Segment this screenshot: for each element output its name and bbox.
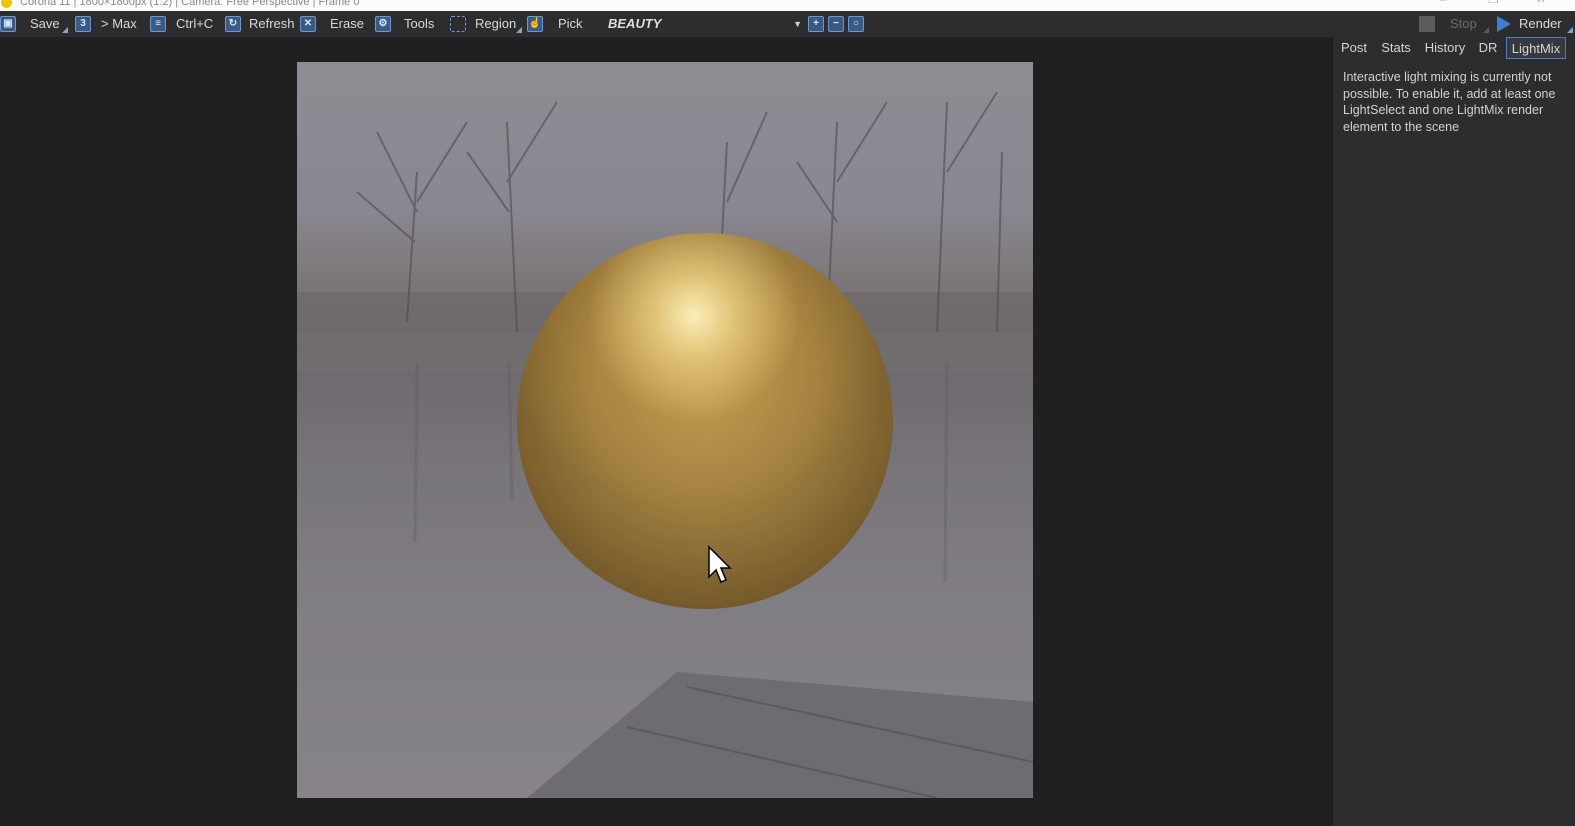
tab-post[interactable]: Post bbox=[1335, 37, 1373, 59]
send-to-max-button[interactable]: 3 > Max bbox=[75, 11, 139, 37]
pick-button[interactable]: ☝ Pick bbox=[527, 11, 587, 37]
copy-button[interactable]: ≡ Ctrl+C bbox=[150, 11, 214, 37]
tools-button[interactable]: ⚙ Tools bbox=[375, 11, 437, 37]
save-label: Save bbox=[30, 16, 60, 31]
gold-sphere bbox=[517, 233, 893, 609]
gear-icon: ⚙ bbox=[375, 16, 391, 32]
refresh-label: Refresh bbox=[249, 16, 295, 31]
lightmix-message: Interactive light mixing is currently no… bbox=[1343, 70, 1556, 134]
tools-label: Tools bbox=[404, 16, 435, 31]
region-select-icon bbox=[450, 16, 466, 32]
pick-label: Pick bbox=[558, 16, 583, 31]
zoom-fit-icon[interactable]: ○ bbox=[848, 16, 864, 32]
close-button[interactable]: ✕ bbox=[1536, 0, 1546, 5]
title-bar: Corona 11 | 1800×1800px (1:2) | Camera: … bbox=[0, 0, 1575, 11]
dropdown-corner-icon bbox=[62, 27, 68, 33]
erase-label: Erase bbox=[330, 16, 364, 31]
window-title: Corona 11 | 1800×1800px (1:2) | Camera: … bbox=[20, 0, 360, 8]
render-button[interactable]: Render bbox=[1495, 11, 1573, 37]
corona-logo-icon bbox=[1, 0, 12, 8]
clipboard-icon: ≡ bbox=[150, 16, 166, 32]
play-icon bbox=[1497, 16, 1511, 32]
max-icon: 3 bbox=[75, 16, 91, 32]
floppy-disk-icon: ▣ bbox=[0, 16, 16, 32]
stop-button[interactable]: Stop bbox=[1419, 11, 1489, 37]
render-channel-select[interactable]: BEAUTY ▼ bbox=[604, 14, 804, 34]
chevron-down-icon: ▼ bbox=[793, 19, 802, 29]
dropdown-corner-icon bbox=[1483, 27, 1489, 33]
mouse-cursor-icon bbox=[708, 545, 732, 583]
restore-button[interactable]: ❐ bbox=[1488, 0, 1499, 5]
region-label: Region bbox=[475, 16, 517, 31]
copy-label: Ctrl+C bbox=[176, 16, 214, 31]
tab-stats[interactable]: Stats bbox=[1375, 37, 1417, 59]
minimize-button[interactable]: – bbox=[1440, 0, 1447, 5]
dropdown-corner-icon bbox=[1567, 27, 1573, 33]
tab-dr[interactable]: DR bbox=[1473, 37, 1503, 59]
tab-lightmix[interactable]: LightMix bbox=[1506, 37, 1566, 59]
zoom-out-icon[interactable]: − bbox=[828, 16, 844, 32]
zoom-in-icon[interactable]: + bbox=[808, 16, 824, 32]
dropdown-corner-icon bbox=[516, 27, 522, 33]
side-panel bbox=[1332, 37, 1575, 826]
stop-label: Stop bbox=[1450, 16, 1477, 31]
hand-pointer-icon: ☝ bbox=[527, 16, 543, 32]
toolbar: ▣ Save 3 > Max ≡ Ctrl+C ↻ Refresh ✕ Eras… bbox=[0, 11, 1575, 37]
send-to-max-label: > Max bbox=[101, 16, 137, 31]
region-button[interactable]: Region bbox=[450, 11, 524, 37]
render-channel-value: BEAUTY bbox=[608, 16, 662, 31]
render-label: Render bbox=[1519, 16, 1562, 31]
refresh-icon: ↻ bbox=[225, 16, 241, 32]
save-button[interactable]: ▣ Save bbox=[0, 11, 68, 37]
stop-square-icon bbox=[1419, 16, 1435, 32]
erase-button[interactable]: ✕ Erase bbox=[300, 11, 364, 37]
refresh-button[interactable]: ↻ Refresh bbox=[225, 11, 295, 37]
tab-history[interactable]: History bbox=[1420, 37, 1470, 59]
erase-x-icon: ✕ bbox=[300, 16, 316, 32]
